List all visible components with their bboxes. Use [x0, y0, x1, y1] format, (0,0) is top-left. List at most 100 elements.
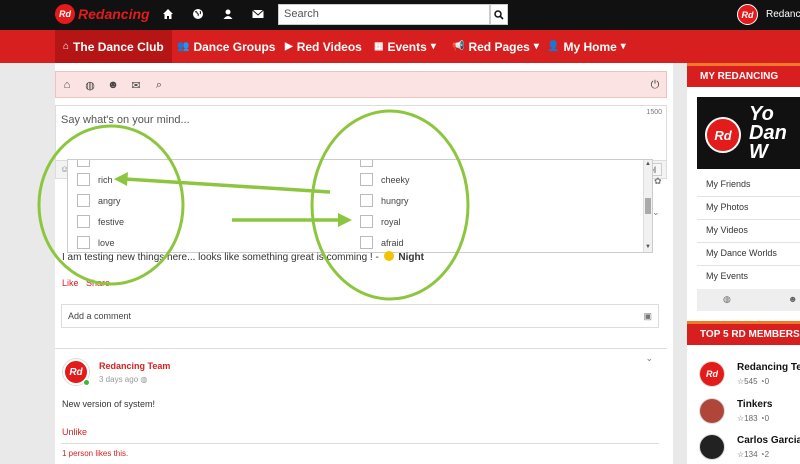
promo-banner[interactable]: Rd Yo Dan W — [697, 97, 800, 169]
globe-icon[interactable]: ◍ — [83, 78, 97, 92]
nav-red-videos[interactable]: ▶ Red Videos — [285, 30, 362, 63]
scroll-up-icon[interactable]: ▲ — [645, 161, 651, 167]
likes-count[interactable]: 1 person likes this. — [62, 449, 128, 458]
dropdown-scrollbar[interactable]: ▲ ▼ — [643, 160, 652, 252]
site-logo[interactable]: Rd Redancing — [55, 4, 150, 24]
mood-label: afraid — [381, 237, 404, 248]
member-name: Tinkers — [737, 399, 773, 410]
nav-label: The Dance Club — [73, 39, 164, 54]
divider — [697, 219, 800, 220]
nav-the-dance-club[interactable]: ⌂ The Dance Club — [55, 30, 172, 63]
like-link[interactable]: Like — [62, 278, 79, 288]
chevron-down-icon[interactable]: ⌄ — [652, 207, 660, 218]
globe-icon: ◍ — [140, 375, 148, 384]
mood-checkbox[interactable] — [360, 236, 373, 249]
scroll-thumb[interactable] — [645, 198, 651, 214]
mood-option-afraid[interactable]: afraid — [360, 236, 404, 249]
mail-icon[interactable]: ✉ — [129, 78, 143, 92]
member-name: Redancing Te — [737, 362, 800, 373]
member-item[interactable]: Tinkers ☆183 ◔0 — [697, 398, 800, 428]
scroll-down-icon[interactable]: ▼ — [645, 244, 651, 250]
mood-option-hungry[interactable]: hungry — [360, 194, 409, 207]
user-avatar[interactable]: Rd — [737, 4, 758, 25]
member-item[interactable]: Rd Redancing Te ☆545 ◔0 — [697, 361, 800, 391]
sidebar-link-photos[interactable]: My Photos — [706, 202, 749, 212]
mood-checkbox[interactable] — [77, 215, 90, 228]
mood-option[interactable] — [360, 160, 373, 167]
nav-events[interactable]: ▦ Events ▾ — [374, 30, 436, 63]
home-icon[interactable] — [159, 5, 177, 23]
divider — [697, 265, 800, 266]
globe-icon[interactable]: ◍ — [723, 294, 731, 305]
globe-icon[interactable] — [189, 5, 207, 23]
sidebar-link-friends[interactable]: My Friends — [706, 179, 751, 189]
nav-red-pages[interactable]: 📢 Red Pages ▾ — [452, 30, 539, 63]
mood-option[interactable] — [77, 160, 90, 167]
users-icon: 👥 — [177, 41, 190, 52]
search-button[interactable] — [490, 4, 508, 25]
mood-option-rich[interactable]: rich — [77, 173, 113, 186]
friends-icon[interactable]: ☻ — [788, 294, 797, 304]
mood-checkbox[interactable] — [77, 194, 90, 207]
search-input[interactable]: Search — [278, 4, 490, 25]
member-stats: ☆183 ◔0 — [737, 414, 769, 423]
divider — [697, 196, 800, 197]
mood-option-royal[interactable]: royal — [360, 215, 401, 228]
sidebar-link-dance-worlds[interactable]: My Dance Worlds — [706, 248, 777, 258]
wall-toolbar: ⌂ ◍ ☻ ✉ ⌕ ⏻ — [55, 71, 667, 98]
mood-checkbox[interactable] — [77, 173, 90, 186]
nav-dance-groups[interactable]: 👥 Dance Groups — [177, 30, 275, 63]
top-members-header: TOP 5 RD MEMBERS — [687, 321, 800, 345]
mood-checkbox[interactable] — [77, 236, 90, 249]
mood-label: cheeky — [381, 174, 410, 185]
left-gutter — [0, 63, 55, 464]
user-name[interactable]: Redancing — [766, 9, 800, 20]
user-icon: 👤 — [547, 41, 560, 52]
member-stars: 183 — [744, 414, 758, 423]
user-icon[interactable] — [219, 5, 237, 23]
friends-icon[interactable]: ☻ — [106, 78, 120, 92]
moon-icon — [383, 251, 394, 261]
member-stars: 545 — [744, 377, 758, 386]
mood-option-angry[interactable]: angry — [77, 194, 121, 207]
mood-label: love — [98, 237, 115, 248]
caret-down-icon: ▾ — [533, 41, 539, 52]
caret-down-icon: ▾ — [430, 41, 436, 52]
mood-checkbox[interactable] — [360, 173, 373, 186]
share-link[interactable]: Share — [86, 278, 110, 288]
sidebar-link-events[interactable]: My Events — [706, 271, 748, 281]
sidebar-link-videos[interactable]: My Videos — [706, 225, 748, 235]
camera-icon[interactable]: ▣ — [643, 311, 652, 322]
post-time-text: 3 days ago — [99, 375, 139, 384]
nav-my-home[interactable]: 👤 My Home ▾ — [547, 30, 626, 63]
member-count: 2 — [764, 450, 770, 459]
logo-text: Redancing — [78, 6, 150, 22]
mood-checkbox[interactable] — [360, 160, 373, 167]
mail-icon[interactable] — [249, 5, 267, 23]
settings-icon[interactable]: ✿ — [654, 176, 662, 187]
comment-input[interactable]: Add a comment ▣ — [61, 304, 659, 328]
member-item[interactable]: Carlos Garcia ☆134 ◔2 — [697, 434, 800, 464]
member-avatar: Rd — [699, 361, 725, 387]
power-icon[interactable]: ⏻ — [648, 78, 662, 92]
home-icon[interactable]: ⌂ — [60, 78, 74, 92]
mood-label: rich — [98, 174, 113, 185]
play-icon: ▶ — [285, 41, 293, 52]
member-stats: ☆134 ◔2 — [737, 450, 769, 459]
search-icon[interactable]: ⌕ — [152, 78, 166, 92]
nav-label: Dance Groups — [193, 39, 276, 54]
author-name[interactable]: Redancing Team — [99, 361, 170, 371]
post-body: I am testing new things here... looks li… — [62, 252, 379, 263]
mood-checkbox[interactable] — [360, 215, 373, 228]
mood-option-love[interactable]: love — [77, 236, 115, 249]
divider — [697, 242, 800, 243]
status-composer[interactable]: Say what's on your mind... 1500 — [55, 105, 667, 161]
mood-option-festive[interactable]: festive — [77, 215, 124, 228]
unlike-link[interactable]: Unlike — [62, 427, 87, 437]
chevron-down-icon[interactable]: ⌄ — [645, 353, 653, 364]
member-name: Carlos Garcia — [737, 435, 800, 446]
mood-option-cheeky[interactable]: cheeky — [360, 173, 410, 186]
mood-checkbox[interactable] — [360, 194, 373, 207]
mood-checkbox[interactable] — [77, 160, 90, 167]
megaphone-icon: 📢 — [452, 41, 465, 52]
